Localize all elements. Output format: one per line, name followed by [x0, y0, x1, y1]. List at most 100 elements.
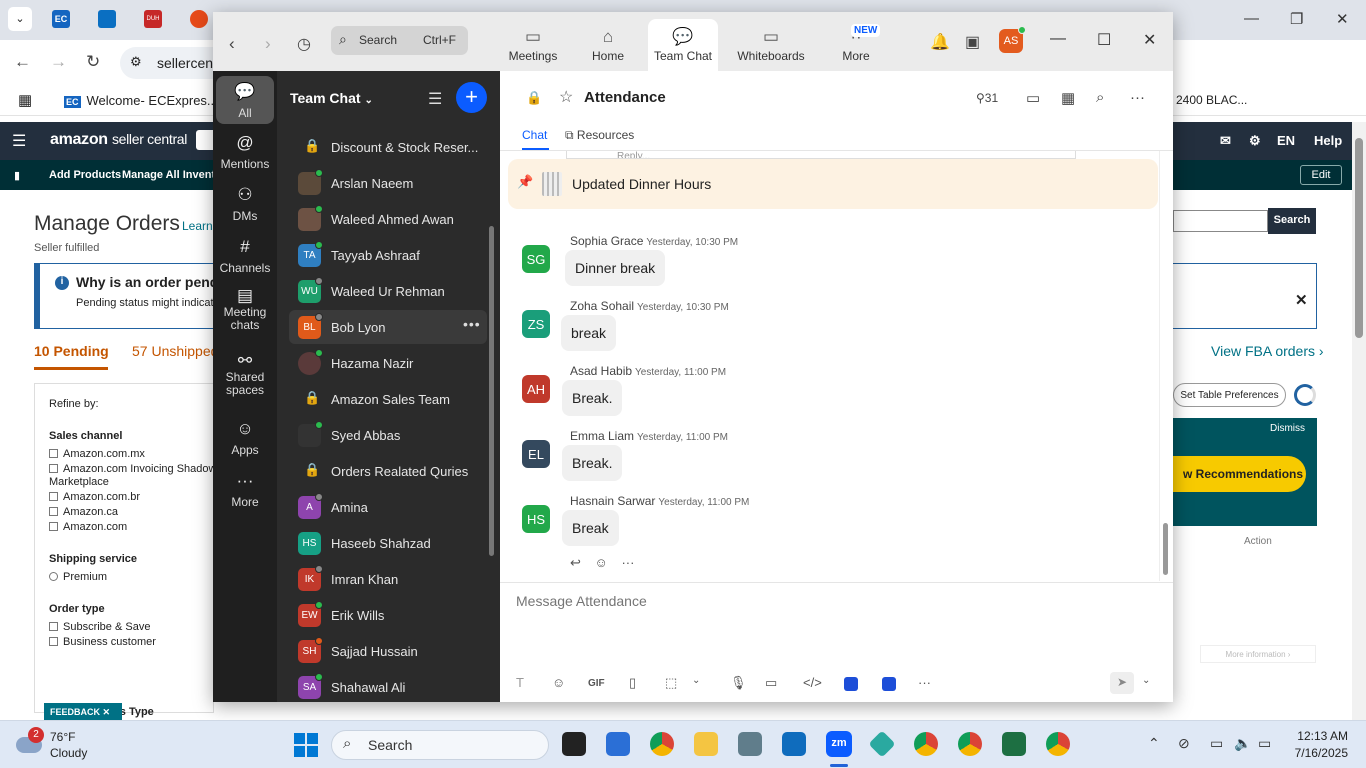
filter-option[interactable]: Premium — [49, 571, 213, 583]
filter-option[interactable]: Business customer — [49, 636, 213, 648]
chat-item[interactable]: Hazama Nazir — [289, 346, 487, 380]
bookmark-blac[interactable]: 2400 BLAC... — [1176, 93, 1247, 107]
message-input[interactable] — [516, 593, 1076, 609]
chat-item[interactable]: Arslan Naeem — [289, 166, 487, 200]
task-view-icon[interactable] — [562, 732, 586, 756]
checkbox[interactable] — [49, 622, 58, 631]
tab-ec[interactable]: EC — [52, 10, 70, 28]
bookmark-ecexpress[interactable]: EC Welcome- ECExpres... — [64, 93, 218, 108]
tab-home[interactable]: ⌂ Home — [575, 19, 641, 71]
filter-option[interactable]: Amazon.com — [49, 521, 213, 533]
file-explorer-icon[interactable] — [694, 732, 718, 756]
tab-meetings[interactable]: ▭ Meetings — [500, 19, 566, 71]
edit-button[interactable]: Edit — [1300, 165, 1342, 185]
tab-chat[interactable]: Chat — [522, 128, 547, 142]
more-options-icon[interactable]: ··· — [918, 675, 931, 690]
list-scrollbar[interactable] — [489, 226, 494, 556]
reply-stub[interactable]: Reply... — [566, 151, 1076, 159]
tab-s[interactable] — [190, 10, 208, 28]
chat-item[interactable]: 🔒 Amazon Sales Team — [289, 382, 487, 416]
weather-widget[interactable]: 2 — [16, 727, 46, 759]
filter-option[interactable]: Amazon.com.mx — [49, 448, 213, 460]
checkbox[interactable] — [49, 522, 58, 531]
tab-ws[interactable] — [98, 10, 116, 28]
channel-title[interactable]: Attendance — [584, 89, 666, 106]
avatar[interactable]: EL — [522, 440, 550, 468]
checkbox[interactable] — [49, 507, 58, 516]
chat-item[interactable]: WU Waleed Ur Rehman — [289, 274, 487, 308]
filter-option[interactable]: Amazon.ca — [49, 506, 213, 518]
minimize-button[interactable]: — — [1050, 30, 1066, 48]
avatar[interactable]: AH — [522, 375, 550, 403]
message-bubble[interactable]: break — [561, 315, 617, 351]
taskbar-search[interactable]: ⌕ Search — [331, 730, 549, 760]
browser-minimize-button[interactable]: — — [1244, 10, 1259, 27]
tab-team-chat[interactable]: 💬 Team Chat — [648, 19, 718, 71]
back-icon[interactable]: ‹ — [229, 34, 235, 54]
sender-name[interactable]: Sophia Grace — [570, 234, 643, 248]
fba-orders-link[interactable]: View FBA orders › — [1211, 343, 1324, 359]
notifications-bell-icon[interactable]: 🔔 — [930, 32, 950, 52]
filter-option[interactable]: Amazon.com Invoicing Shadow — [49, 463, 213, 475]
gif-button[interactable]: GIF — [588, 678, 605, 689]
text-format-icon[interactable]: T — [516, 675, 524, 690]
reply-thread-icon[interactable]: ↩ — [570, 555, 581, 570]
rail-dms[interactable]: ⚇ DMs — [213, 185, 277, 223]
filter-option[interactable]: Subscribe & Save — [49, 621, 213, 633]
message-bubble[interactable]: Break — [562, 510, 619, 546]
maximize-button[interactable]: ☐ — [1097, 30, 1111, 50]
sender-name[interactable]: Hasnain Sarwar — [570, 494, 655, 508]
table-preferences-button[interactable]: Set Table Preferences — [1173, 383, 1286, 407]
history-icon[interactable]: ◷ — [297, 34, 311, 54]
rail-channels[interactable]: # Channels — [213, 237, 277, 275]
filter-option[interactable]: Amazon.com.br — [49, 491, 213, 503]
chat-item[interactable]: HS Haseeb Shahzad — [289, 526, 487, 560]
radio[interactable] — [49, 572, 58, 581]
order-search-input[interactable] — [1173, 210, 1268, 232]
forward-icon[interactable]: → — [50, 52, 67, 72]
store-icon[interactable] — [606, 732, 630, 756]
filter-icon[interactable]: ☰ — [428, 89, 442, 109]
dismiss-link[interactable]: Dismiss — [1270, 423, 1305, 434]
search-button[interactable]: Search — [1268, 208, 1316, 234]
close-icon[interactable]: ✕ — [1295, 291, 1308, 309]
tab-resources[interactable]: ⧉ Resources — [565, 128, 634, 143]
member-count[interactable]: ⚲31 — [976, 91, 998, 105]
browser-close-button[interactable]: ✕ — [1336, 10, 1349, 28]
rail-shared-spaces[interactable]: ⚯ Shared spaces — [213, 352, 277, 397]
zoom-search-box[interactable]: ⌕ Search Ctrl+F — [331, 26, 468, 55]
chrome-profile-icon[interactable] — [914, 732, 938, 756]
tab-list-button[interactable]: ⌄ — [8, 7, 32, 31]
sender-name[interactable]: Zoha Sohail — [570, 299, 634, 313]
emoji-icon[interactable]: ☺ — [552, 675, 565, 690]
learn-link[interactable]: Learn — [182, 219, 213, 233]
send-button[interactable]: ➤ — [1110, 672, 1134, 694]
excel-icon[interactable] — [1002, 732, 1026, 756]
chat-item[interactable]: 🔒 Orders Realated Quries — [289, 454, 487, 488]
hamburger-menu-icon[interactable]: ☰ — [12, 131, 26, 151]
pinned-message[interactable]: 📌 Updated Dinner Hours — [508, 159, 1158, 209]
add-reaction-icon[interactable]: ☺ — [595, 555, 608, 570]
zoom-app-icon[interactable]: zm — [826, 731, 852, 757]
file-icon[interactable]: ▯ — [629, 675, 636, 691]
amazon-logo[interactable]: amazon seller central — [50, 131, 187, 149]
checkbox[interactable] — [49, 464, 58, 473]
message-bubble[interactable]: Dinner break — [565, 250, 666, 286]
new-chat-button[interactable]: + — [456, 82, 487, 113]
sender-name[interactable]: Emma Liam — [570, 429, 634, 443]
more-options-icon[interactable]: ··· — [621, 555, 634, 570]
language-selector[interactable]: EN — [1277, 133, 1295, 148]
checkbox[interactable] — [49, 637, 58, 646]
star-icon[interactable]: ☆ — [559, 87, 573, 107]
more-options-icon[interactable]: ··· — [1130, 89, 1145, 106]
chat-item[interactable]: IK Imran Khan — [289, 562, 487, 596]
chat-item[interactable]: SA Shahawal Ali — [289, 670, 487, 702]
team-chat-heading[interactable]: Team Chat ⌄ — [290, 90, 373, 106]
chat-item[interactable]: TA Tayyab Ashraaf — [289, 238, 487, 272]
tab-unshipped[interactable]: 57 Unshipped — [132, 343, 218, 359]
settings-gear-icon[interactable]: ⚙ — [1249, 133, 1261, 149]
chat-scrollbar[interactable] — [1159, 151, 1169, 581]
avatar[interactable]: ZS — [522, 310, 550, 338]
chat-item[interactable]: Waleed Ahmed Awan — [289, 202, 487, 236]
tab-whiteboards[interactable]: ▭ Whiteboards — [731, 19, 811, 71]
